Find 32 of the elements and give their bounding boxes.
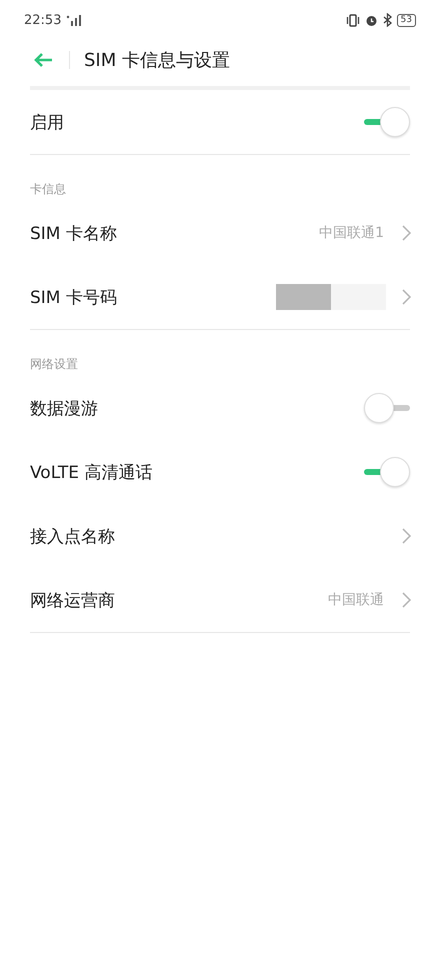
- toggle-switch[interactable]: [364, 107, 410, 137]
- chevron-icon: [402, 289, 411, 305]
- page-title: SIM 卡信息与设置: [84, 49, 230, 72]
- settings-row[interactable]: 网络运营商 中国联通: [0, 568, 440, 632]
- row-label: 数据漫游: [30, 398, 98, 420]
- row-label: 启用: [30, 112, 64, 134]
- row-label: SIM 卡名称: [30, 222, 117, 244]
- row-label: 接入点名称: [30, 526, 115, 548]
- back-icon[interactable]: [33, 52, 53, 68]
- settings-row[interactable]: VoLTE 高清通话: [0, 440, 440, 504]
- section-header: 卡信息: [29, 181, 67, 198]
- toggle-switch[interactable]: [364, 393, 410, 423]
- section-header: 网络设置: [29, 356, 79, 373]
- settings-row[interactable]: 接入点名称: [0, 504, 440, 568]
- alarm-icon: [364, 14, 378, 26]
- battery-indicator: 53: [396, 14, 416, 26]
- chevron-icon: [402, 225, 411, 241]
- bluetooth-icon: [382, 13, 392, 27]
- status-time: 22:53: [24, 12, 62, 28]
- settings-row[interactable]: SIM 卡号码: [0, 265, 440, 329]
- row-label: 网络运营商: [30, 590, 115, 612]
- vibrate-icon: [346, 14, 360, 26]
- toggle-switch[interactable]: [364, 457, 410, 487]
- settings-row[interactable]: SIM 卡名称 中国联通1: [0, 201, 440, 265]
- row-label: VoLTE 高清通话: [30, 462, 152, 484]
- settings-row[interactable]: 数据漫游: [0, 376, 440, 440]
- chevron-icon: [402, 592, 411, 608]
- row-value: 中国联通: [328, 591, 384, 609]
- row-label: SIM 卡号码: [30, 286, 117, 308]
- chevron-icon: [402, 528, 411, 544]
- row-value: 中国联通1: [319, 224, 384, 242]
- settings-row[interactable]: 启用: [0, 90, 440, 154]
